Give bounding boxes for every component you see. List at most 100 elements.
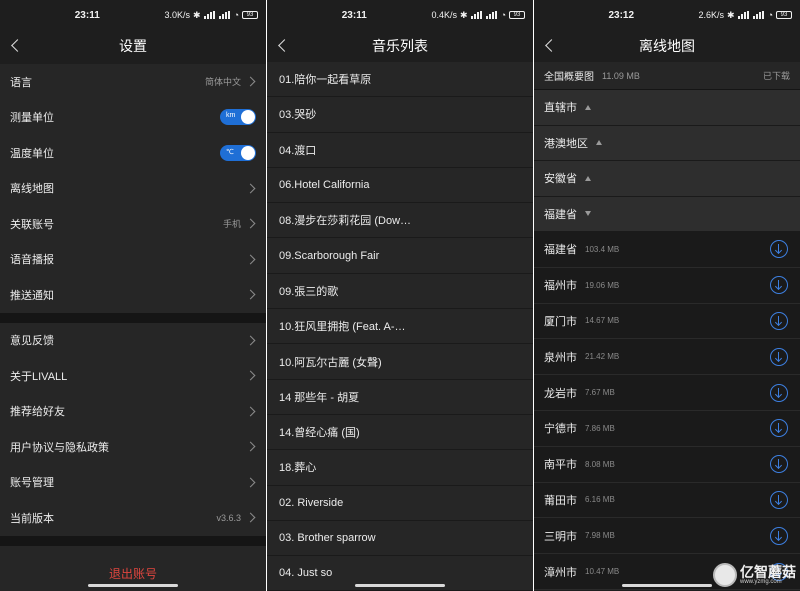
row-value: 简体中文 bbox=[204, 77, 241, 88]
home-indicator[interactable] bbox=[88, 584, 178, 587]
song-item[interactable]: 09.Scarborough Fair bbox=[267, 238, 533, 274]
city-name: 泉州市 bbox=[544, 351, 577, 364]
download-icon[interactable] bbox=[770, 240, 788, 259]
signal-icon-2 bbox=[485, 11, 498, 19]
song-item[interactable]: 01.陪你一起看草原 bbox=[267, 62, 533, 98]
bluetooth-icon: ✱ bbox=[727, 9, 735, 20]
row-label: 温度单位 bbox=[10, 147, 54, 160]
song-item[interactable]: 14.曾经心痛 (国) bbox=[267, 415, 533, 451]
province-row[interactable]: 福建省 bbox=[534, 196, 800, 232]
back-arrow-icon[interactable] bbox=[544, 38, 556, 54]
settings-row-language[interactable]: 语言 简体中文 bbox=[0, 64, 266, 100]
screen-header: 音乐列表 bbox=[267, 30, 533, 62]
settings-row-about[interactable]: 关于LIVALL bbox=[0, 358, 266, 394]
bluetooth-icon: ✱ bbox=[193, 9, 201, 20]
overview-name: 全国概要图 bbox=[544, 72, 594, 83]
chevron-right-icon bbox=[245, 370, 256, 381]
settings-row-version[interactable]: 当前版本 v3.6.3 bbox=[0, 500, 266, 536]
screen-header: 离线地图 bbox=[534, 30, 800, 62]
song-item[interactable]: 03.哭砂 bbox=[267, 97, 533, 133]
settings-row-voice[interactable]: 语音播报 bbox=[0, 242, 266, 278]
download-icon[interactable] bbox=[770, 419, 788, 438]
watermark-logo-icon bbox=[713, 563, 737, 587]
toggle-label: km bbox=[226, 112, 236, 120]
watermark-text: 亿智蘑菇 bbox=[740, 564, 796, 580]
city-size: 8.08 MB bbox=[585, 459, 615, 469]
city-size: 7.67 MB bbox=[585, 388, 615, 398]
city-row: 南平市 8.08 MB bbox=[534, 446, 800, 483]
settings-row-account[interactable]: 账号管理 bbox=[0, 465, 266, 501]
row-label: 当前版本 bbox=[10, 512, 54, 525]
row-value: 手机 bbox=[222, 219, 241, 230]
chevron-right-icon bbox=[245, 335, 256, 346]
city-row: 厦门市 14.67 MB bbox=[534, 303, 800, 340]
battery-icon: 93 bbox=[242, 11, 258, 19]
song-item[interactable]: 02. Riverside bbox=[267, 486, 533, 521]
settings-row-push[interactable]: 推送通知 bbox=[0, 277, 266, 313]
expand-arrow-icon bbox=[596, 140, 602, 146]
chevron-right-icon bbox=[245, 76, 256, 87]
chevron-right-icon bbox=[245, 441, 256, 452]
province-row[interactable]: 直辖市 bbox=[534, 90, 800, 126]
settings-row-measure-unit: 测量单位 km bbox=[0, 100, 266, 136]
city-size: 19.06 MB bbox=[585, 280, 620, 290]
temperature-toggle[interactable]: ℃ bbox=[220, 144, 256, 161]
home-indicator[interactable] bbox=[355, 584, 445, 587]
settings-row-offline-map[interactable]: 离线地图 bbox=[0, 171, 266, 207]
unit-toggle[interactable]: km bbox=[220, 109, 256, 126]
settings-row-privacy[interactable]: 用户协议与隐私政策 bbox=[0, 429, 266, 465]
signal-icon bbox=[737, 11, 750, 19]
offline-map-screen: 23:12 2.6K/s ✱ ◔ 93 离线地图 全国概要图 11.09 MB … bbox=[534, 0, 800, 591]
province-row[interactable]: 安徽省 bbox=[534, 161, 800, 197]
row-label: 语音播报 bbox=[10, 254, 54, 267]
province-row[interactable]: 港澳地区 bbox=[534, 125, 800, 161]
overview-map-row[interactable]: 全国概要图 11.09 MB 已下载 bbox=[534, 62, 800, 90]
row-label: 意见反馈 bbox=[10, 335, 54, 348]
chevron-right-icon bbox=[245, 218, 256, 229]
song-item[interactable]: 14 那些年 - 胡夏 bbox=[267, 380, 533, 415]
song-item[interactable]: 06.Hotel California bbox=[267, 168, 533, 204]
signal-icon bbox=[203, 11, 216, 19]
collapse-arrow-icon bbox=[585, 211, 591, 217]
download-icon[interactable] bbox=[770, 383, 788, 402]
wifi-icon: ◔ bbox=[767, 10, 773, 20]
song-item[interactable]: 18.葬心 bbox=[267, 450, 533, 486]
song-list: 01.陪你一起看草原 03.哭砂 04.渡口 06.Hotel Californ… bbox=[267, 62, 533, 591]
download-icon[interactable] bbox=[770, 490, 788, 509]
song-item[interactable]: 08.漫步在莎莉花园 (Dow… bbox=[267, 203, 533, 239]
section-divider bbox=[0, 535, 266, 546]
download-icon[interactable] bbox=[770, 455, 788, 474]
city-row: 莆田市 6.16 MB bbox=[534, 482, 800, 519]
settings-row-linked-account[interactable]: 关联账号 手机 bbox=[0, 206, 266, 242]
download-icon[interactable] bbox=[770, 526, 788, 545]
home-indicator[interactable] bbox=[622, 584, 712, 587]
city-name: 南平市 bbox=[544, 459, 577, 472]
city-row: 宁德市 7.86 MB bbox=[534, 410, 800, 447]
song-item[interactable]: 10.狂风里拥抱 (Feat. A-… bbox=[267, 309, 533, 345]
song-item[interactable]: 03. Brother sparrow bbox=[267, 521, 533, 557]
download-icon[interactable] bbox=[770, 276, 788, 295]
city-size: 14.67 MB bbox=[585, 316, 620, 326]
network-speed: 0.4K/s bbox=[431, 10, 458, 20]
settings-row-recommend[interactable]: 推荐给好友 bbox=[0, 394, 266, 430]
back-arrow-icon[interactable] bbox=[277, 38, 289, 54]
download-icon[interactable] bbox=[770, 347, 788, 366]
song-item[interactable]: 09.張三的歌 bbox=[267, 274, 533, 310]
city-size: 7.86 MB bbox=[585, 423, 615, 433]
city-name: 三明市 bbox=[544, 530, 577, 543]
settings-row-feedback[interactable]: 意见反馈 bbox=[0, 323, 266, 359]
city-row: 福建省 103.4 MB bbox=[534, 232, 800, 268]
download-icon[interactable] bbox=[770, 311, 788, 330]
toggle-label: ℃ bbox=[226, 148, 234, 156]
signal-icon-2 bbox=[752, 11, 765, 19]
song-item[interactable]: 04.渡口 bbox=[267, 133, 533, 168]
toggle-knob bbox=[241, 145, 255, 160]
status-time: 23:11 bbox=[74, 9, 100, 21]
city-list: 福建省 103.4 MB 福州市 19.06 MB 厦门市 14.67 MB 泉州市 2… bbox=[534, 232, 800, 590]
song-item[interactable]: 10.阿瓦尔古麗 (女聲) bbox=[267, 344, 533, 380]
chevron-right-icon bbox=[245, 477, 256, 488]
row-label: 离线地图 bbox=[10, 183, 54, 196]
battery-icon: 93 bbox=[776, 11, 792, 19]
city-name: 厦门市 bbox=[544, 315, 577, 328]
back-arrow-icon[interactable] bbox=[10, 38, 22, 54]
